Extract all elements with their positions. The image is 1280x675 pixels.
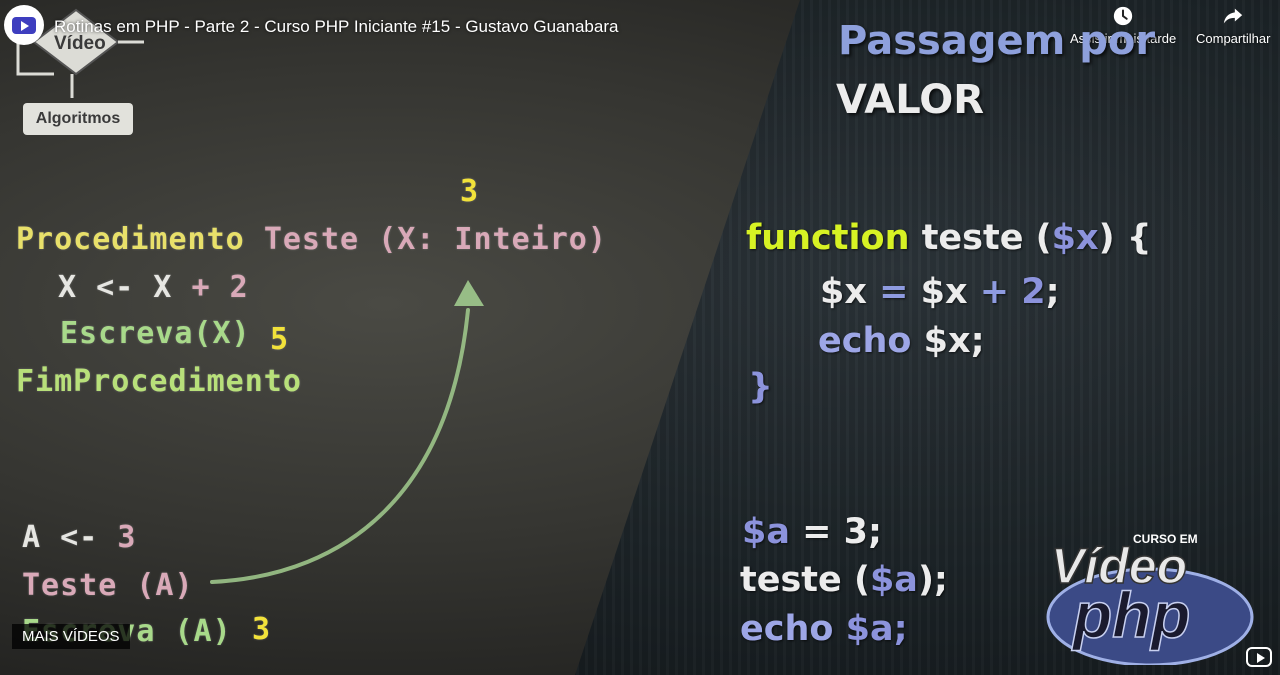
procedure-keyword: Procedimento bbox=[16, 222, 245, 257]
algoritmos-badge: Algoritmos bbox=[23, 103, 133, 135]
procedure-declaration: Procedimento Teste (X: Inteiro) bbox=[16, 222, 607, 257]
share-arrow-icon bbox=[1224, 8, 1243, 24]
assign-operator: = bbox=[879, 272, 909, 312]
php-echo-main: echo $a; bbox=[740, 609, 908, 649]
param-value-label: 3 bbox=[460, 174, 480, 209]
video-title[interactable]: Rotinas em PHP - Parte 2 - Curso PHP Ini… bbox=[54, 17, 618, 37]
main-value: 3 bbox=[117, 520, 137, 555]
output-value-3: 3 bbox=[252, 612, 272, 647]
function-keyword: function bbox=[746, 218, 910, 258]
plus-sign: + bbox=[979, 272, 1010, 312]
curso-em-video-php-logo: CURSO EM Vídeo php bbox=[1046, 532, 1254, 665]
assign-source: $x bbox=[920, 272, 968, 312]
echo-main-keyword: echo bbox=[740, 609, 834, 649]
function-param: $x bbox=[1051, 218, 1099, 258]
main-assignment: A <- 3 bbox=[22, 520, 136, 555]
function-open: ) { bbox=[1098, 218, 1152, 258]
heading-valor: VALOR bbox=[836, 77, 985, 123]
main-a-value: = 3; bbox=[802, 512, 883, 552]
function-name: teste ( bbox=[921, 218, 1052, 258]
php-function-call: teste ($a); bbox=[740, 560, 948, 600]
channel-avatar[interactable] bbox=[4, 5, 44, 45]
youtube-logo-icon[interactable] bbox=[1246, 647, 1272, 667]
call-fn-name: teste ( bbox=[740, 560, 870, 600]
increment-literal: 2 bbox=[1021, 272, 1046, 312]
php-close-brace: } bbox=[748, 367, 773, 407]
main-var: A <- bbox=[22, 520, 99, 555]
assign-target: $x bbox=[820, 272, 867, 312]
php-function-declaration: function teste ($x) { bbox=[746, 218, 1152, 258]
semicolon: ; bbox=[1045, 272, 1060, 312]
logo-php-text: php bbox=[1071, 579, 1190, 651]
procedure-name: Teste bbox=[263, 222, 360, 257]
more-videos-button[interactable]: MAIS VÍDEOS bbox=[12, 624, 130, 649]
share-button[interactable]: Compartilhar bbox=[1196, 5, 1270, 46]
procedure-params: (X: Inteiro) bbox=[378, 222, 607, 257]
assignment-text: X <- X bbox=[58, 270, 173, 305]
php-echo-line: echo $x; bbox=[818, 321, 985, 361]
share-label: Compartilhar bbox=[1196, 31, 1271, 46]
php-main-assignment: $a = 3; bbox=[742, 512, 882, 552]
call-close: ); bbox=[917, 560, 948, 600]
echo-keyword: echo bbox=[818, 321, 912, 361]
php-assignment-line: $x = $x + 2; bbox=[820, 272, 1060, 312]
procedure-call: Teste (A) bbox=[22, 568, 194, 603]
main-a-var: $a bbox=[742, 512, 790, 552]
parameter-flow-arrow bbox=[210, 280, 484, 584]
echo-main-var: $a; bbox=[845, 609, 908, 649]
echo-var: $x; bbox=[923, 321, 985, 361]
heading-passagem: Passagem por bbox=[838, 18, 1156, 64]
call-arg: $a bbox=[869, 560, 918, 600]
youtube-play-icon bbox=[12, 17, 36, 34]
